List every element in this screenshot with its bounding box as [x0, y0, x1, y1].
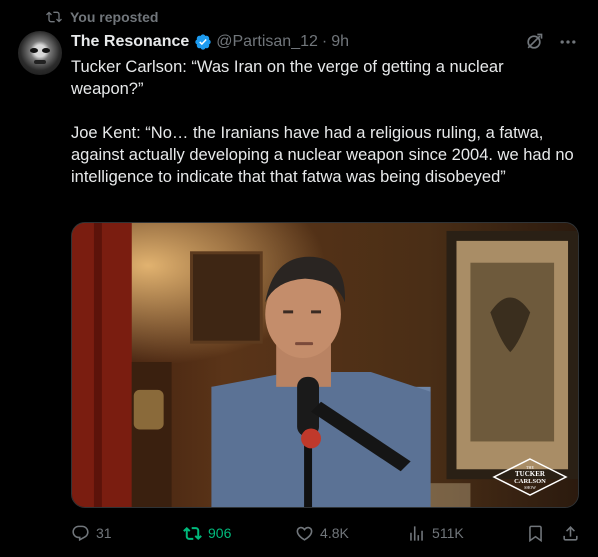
- logo-line-2: TUCKER: [515, 470, 546, 478]
- logo-line-4: SHOW: [524, 485, 536, 490]
- repost-icon: [46, 11, 62, 23]
- action-bar: 31 906 4.8K 511K: [71, 521, 580, 545]
- avatar-eye-right: [42, 48, 50, 53]
- post-paragraph-1: Tucker Carlson: “Was Iran on the verge o…: [71, 58, 504, 98]
- author-handle[interactable]: @Partisan_12: [216, 33, 318, 51]
- like-button[interactable]: 4.8K: [295, 524, 407, 543]
- more-options-icon[interactable]: [558, 32, 578, 52]
- header-separator: ·: [321, 33, 328, 50]
- avatar-mouth: [34, 60, 46, 64]
- verified-badge-icon[interactable]: [194, 33, 212, 51]
- post-text: Tucker Carlson: “Was Iran on the verge o…: [71, 56, 576, 188]
- repost-button[interactable]: 906: [183, 524, 295, 543]
- share-icon[interactable]: [561, 524, 580, 543]
- logo-line-3: CARLSON: [514, 478, 546, 485]
- reply-icon: [72, 525, 89, 541]
- views-chart-icon: [410, 525, 423, 541]
- avatar-eye-left: [30, 48, 38, 53]
- social-context-label: You reposted: [70, 9, 159, 25]
- action-bar-right: [526, 524, 580, 543]
- heart-icon: [296, 526, 313, 541]
- grok-icon[interactable]: [524, 32, 544, 52]
- avatar[interactable]: [18, 31, 62, 75]
- header-actions: [524, 32, 578, 52]
- reply-button[interactable]: 31: [71, 524, 183, 543]
- social-context[interactable]: You reposted: [46, 9, 158, 25]
- post-video[interactable]: THE TUCKER CARLSON SHOW: [71, 222, 579, 508]
- post-paragraph-2: Joe Kent: “No… the Iranians have had a r…: [71, 124, 574, 186]
- views-count: 511K: [432, 525, 464, 541]
- tucker-carlson-show-logo: THE TUCKER CARLSON SHOW: [492, 458, 568, 496]
- repost-count: 906: [208, 525, 232, 541]
- like-count: 4.8K: [320, 525, 349, 541]
- views-button[interactable]: 511K: [407, 524, 526, 543]
- post-time[interactable]: 9h: [331, 33, 349, 51]
- author-name[interactable]: The Resonance: [71, 33, 189, 51]
- reply-count: 31: [96, 525, 112, 541]
- post-header: The Resonance @Partisan_12 · 9h: [71, 31, 578, 53]
- repost-icon: [183, 526, 202, 540]
- bookmark-icon[interactable]: [526, 524, 545, 543]
